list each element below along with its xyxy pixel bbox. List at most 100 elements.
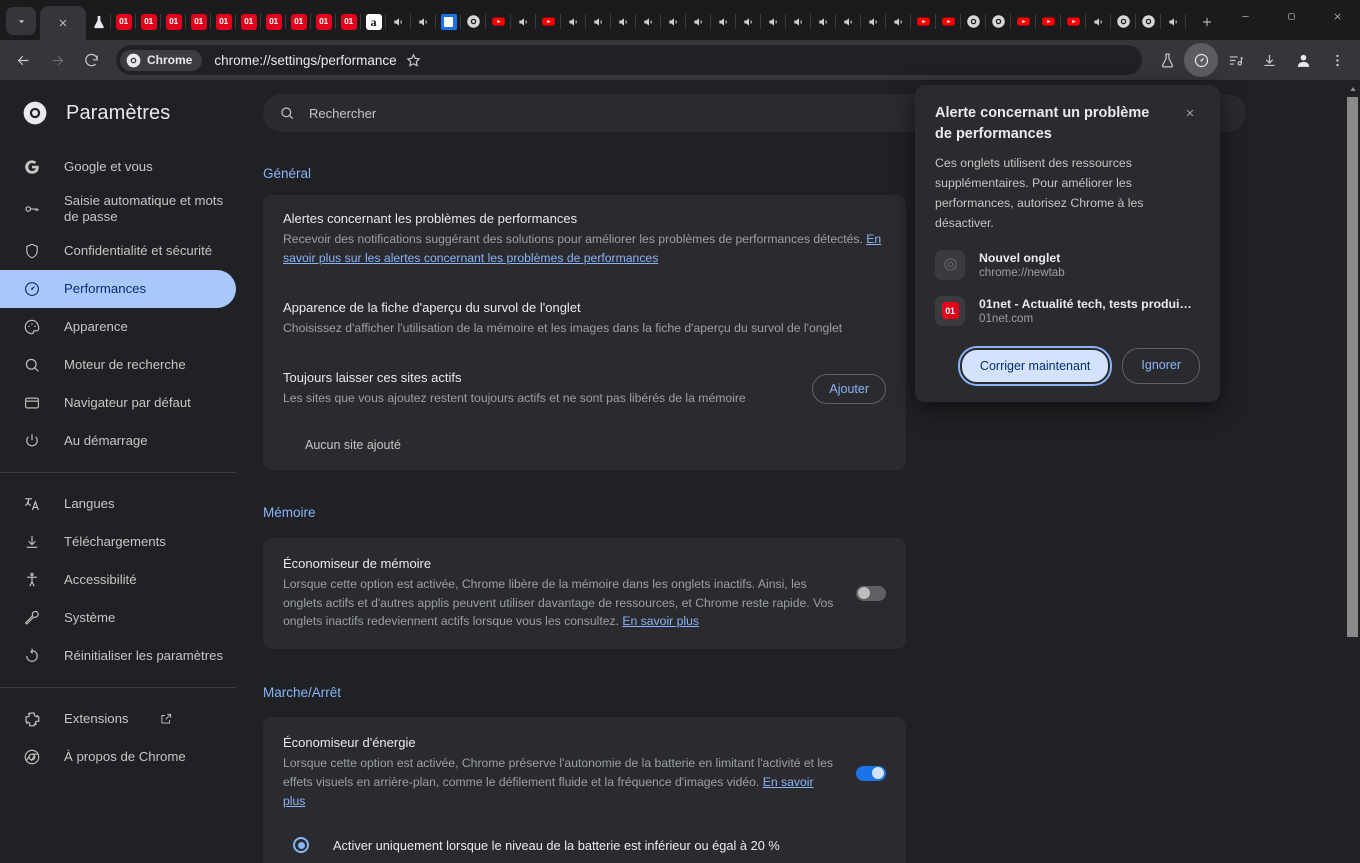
tab-40[interactable] (1086, 6, 1111, 37)
tab-22[interactable] (636, 6, 661, 37)
profile-button[interactable] (1286, 43, 1320, 77)
chrome-menu-button[interactable] (1320, 43, 1354, 77)
address-bar[interactable]: Chrome chrome://settings/performance (116, 45, 1142, 75)
tab-17[interactable] (511, 6, 536, 37)
tab-21[interactable] (611, 6, 636, 37)
active-tab[interactable] (40, 6, 86, 40)
sidebar-item-accessibilit[interactable]: Accessibilité (0, 561, 236, 599)
tab-0[interactable] (86, 6, 111, 37)
vertical-scrollbar[interactable] (1345, 80, 1360, 863)
tab-19[interactable] (561, 6, 586, 37)
tab-18[interactable] (536, 6, 561, 37)
sidebar-item-navigateur-par-d-faut[interactable]: Navigateur par défaut (0, 384, 236, 422)
reload-button[interactable] (74, 43, 108, 77)
labs-button[interactable] (1150, 43, 1184, 77)
tab-30[interactable] (836, 6, 861, 37)
tab-23[interactable] (661, 6, 686, 37)
sidebar-item-propos-de-chrome[interactable]: À propos de Chrome (0, 738, 236, 776)
popup-close-button[interactable] (1180, 103, 1200, 123)
back-button[interactable] (6, 43, 40, 77)
tab-13[interactable] (411, 6, 436, 37)
close-window-button[interactable] (1314, 0, 1360, 33)
bookmark-button[interactable] (397, 43, 431, 77)
chrome-origin-chip[interactable]: Chrome (120, 49, 203, 71)
tab-9[interactable]: 01 (311, 6, 336, 37)
forward-button[interactable] (40, 43, 74, 77)
tab-35[interactable] (961, 6, 986, 37)
tab-1[interactable]: 01 (111, 6, 136, 37)
tab-29[interactable] (811, 6, 836, 37)
tab-14[interactable] (436, 6, 461, 37)
tab-43[interactable] (1161, 6, 1186, 37)
sidebar-item-performances[interactable]: Performances (0, 270, 236, 308)
sidebar-item-apparence[interactable]: Apparence (0, 308, 236, 346)
sidebar-item-moteur-de-recherche[interactable]: Moteur de recherche (0, 346, 236, 384)
row-memory-saver[interactable]: Économiseur de mémoire Lorsque cette opt… (283, 538, 886, 650)
tab-7[interactable]: 01 (261, 6, 286, 37)
learn-more-link[interactable]: En savoir plus (622, 614, 699, 628)
sidebar-item-langues[interactable]: Langues (0, 485, 236, 523)
tab-24[interactable] (686, 6, 711, 37)
row-hover-card-appearance[interactable]: Apparence de la fiche d'aperçu du survol… (283, 284, 886, 354)
tab-32[interactable] (886, 6, 911, 37)
radio-option-0[interactable]: Activer uniquement lorsque le niveau de … (283, 825, 886, 863)
tab-44[interactable] (1186, 6, 1192, 37)
scroll-up-button[interactable] (1345, 80, 1360, 97)
tab-8[interactable]: 01 (286, 6, 311, 37)
tab-39[interactable] (1061, 6, 1086, 37)
maximize-button[interactable] (1268, 0, 1314, 33)
url-text[interactable]: chrome://settings/performance (214, 53, 396, 68)
tab-38[interactable] (1036, 6, 1061, 37)
tab-41[interactable] (1111, 6, 1136, 37)
fix-now-button[interactable]: Corriger maintenant (959, 347, 1111, 384)
tab-2[interactable]: 01 (136, 6, 161, 37)
sidebar-item-syst-me[interactable]: Système (0, 599, 236, 637)
tab-3[interactable]: 01 (161, 6, 186, 37)
tab-search-button[interactable] (6, 7, 36, 35)
radio-button[interactable] (293, 837, 309, 854)
tab-27[interactable] (761, 6, 786, 37)
tab-12[interactable] (386, 6, 411, 37)
row-always-keep-sites-active[interactable]: Toujours laisser ces sites actifs Les si… (283, 354, 886, 424)
tab-6[interactable]: 01 (236, 6, 261, 37)
sidebar-item-label: À propos de Chrome (64, 748, 186, 764)
tab-11[interactable]: a (361, 6, 386, 37)
energy-saver-toggle[interactable] (856, 765, 886, 781)
tab-10[interactable]: 01 (336, 6, 361, 37)
tab-31[interactable] (861, 6, 886, 37)
tab-16[interactable] (486, 6, 511, 37)
sidebar-item-saisie-automatique-et-mots-de-passe[interactable]: Saisie automatique et mots de passe (0, 186, 236, 232)
sidebar-item-confidentialit-et-s-curit[interactable]: Confidentialité et sécurité (0, 232, 236, 270)
tab-4[interactable]: 01 (186, 6, 211, 37)
tab-37[interactable] (1011, 6, 1036, 37)
close-icon[interactable] (57, 17, 69, 29)
media-controls-button[interactable] (1218, 43, 1252, 77)
new-tab-button[interactable] (1192, 7, 1222, 37)
scrollbar-thumb[interactable] (1347, 97, 1358, 637)
tab-28[interactable] (786, 6, 811, 37)
add-site-button[interactable]: Ajouter (812, 373, 886, 404)
sidebar-item-extensions[interactable]: Extensions (0, 700, 236, 738)
downloads-button[interactable] (1252, 43, 1286, 77)
tab-33[interactable] (911, 6, 936, 37)
sidebar-item-t-l-chargements[interactable]: Téléchargements (0, 523, 236, 561)
background-tabs[interactable]: 01 01 01 01 01 01 01 01 01 01 a (86, 6, 1192, 40)
row-energy-saver[interactable]: Économiseur d'énergie Lorsque cette opti… (283, 717, 886, 825)
tab-26[interactable] (736, 6, 761, 37)
tab-15[interactable] (461, 6, 486, 37)
sidebar-item-au-d-marrage[interactable]: Au démarrage (0, 422, 236, 460)
tab-42[interactable] (1136, 6, 1161, 37)
performance-button[interactable] (1184, 43, 1218, 77)
tab-36[interactable] (986, 6, 1011, 37)
section-title-general: Général (263, 166, 312, 181)
minimize-button[interactable] (1222, 0, 1268, 33)
tab-5[interactable]: 01 (211, 6, 236, 37)
ignore-button[interactable]: Ignorer (1122, 347, 1200, 384)
memory-saver-toggle[interactable] (856, 585, 886, 601)
sidebar-item-google-et-vous[interactable]: Google et vous (0, 148, 236, 186)
sidebar-item-r-initialiser-les-param-tres[interactable]: Réinitialiser les paramètres (0, 637, 236, 675)
tab-25[interactable] (711, 6, 736, 37)
tab-34[interactable] (936, 6, 961, 37)
tab-20[interactable] (586, 6, 611, 37)
row-performance-alerts[interactable]: Alertes concernant les problèmes de perf… (283, 195, 886, 284)
